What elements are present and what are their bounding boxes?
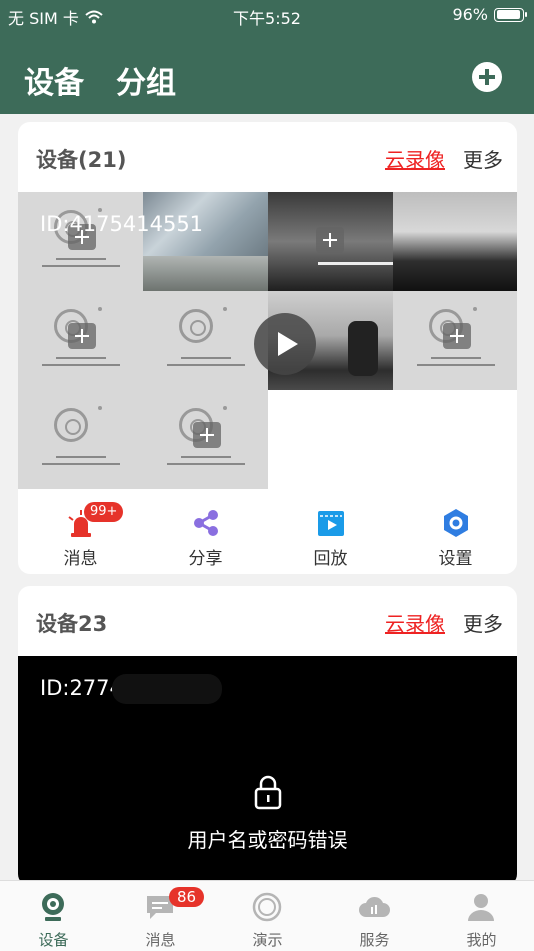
more-link[interactable]: 更多 (463, 608, 503, 637)
battery-percent: 96% (452, 5, 488, 24)
device-group-card: 设备(21) 云录像 更多 ID:4175414551 99+ 消息 分享 回放… (18, 122, 517, 574)
add-icon (316, 227, 344, 253)
tab-label: 设备 (38, 931, 69, 949)
tab-profile-bottom[interactable]: 我的 (428, 881, 534, 951)
messages-badge: 99+ (84, 502, 124, 522)
action-bar: 99+ 消息 分享 回放 设置 (18, 500, 517, 574)
tab-demo-bottom[interactable]: 演示 (214, 881, 321, 951)
gear-icon (444, 509, 468, 537)
tab-label: 服务 (359, 931, 390, 949)
camera-tile[interactable] (268, 192, 393, 291)
action-label: 分享 (188, 549, 223, 569)
card-title: 设备23 (36, 612, 108, 636)
camera-icon (54, 406, 102, 452)
bottom-tab-bar: 设备 86 消息 演示 服务 我的 (0, 880, 534, 951)
tab-messages-bottom[interactable]: 86 消息 (107, 881, 214, 951)
tab-devices[interactable]: 设备 (24, 58, 84, 102)
camera-tile[interactable] (143, 291, 268, 390)
share-action[interactable]: 分享 (143, 500, 268, 574)
demo-icon (252, 892, 282, 922)
status-bar: 无 SIM 卡 下午5:52 96% (0, 0, 534, 30)
messages-action[interactable]: 99+ 消息 (18, 500, 143, 574)
play-button[interactable] (254, 313, 316, 375)
action-label: 回放 (313, 549, 348, 569)
add-icon (68, 323, 96, 349)
empty-tile (268, 390, 393, 489)
add-icon (443, 323, 471, 349)
action-label: 设置 (438, 549, 473, 569)
cloud-icon (359, 896, 390, 917)
tab-devices-bottom[interactable]: 设备 (0, 881, 107, 951)
settings-action[interactable]: 设置 (393, 500, 517, 574)
camera-tile[interactable] (18, 192, 143, 291)
playback-icon (318, 511, 344, 536)
cloud-recording-link[interactable]: 云录像 (385, 608, 445, 637)
camera-tile[interactable] (393, 291, 517, 390)
battery-icon (494, 7, 527, 22)
camera-tile[interactable] (393, 192, 517, 291)
tab-label: 消息 (145, 931, 176, 949)
card-title: 设备(21) (36, 148, 127, 172)
playback-action[interactable]: 回放 (268, 500, 393, 574)
app-header: 设备 分组 (0, 30, 534, 114)
device-card: 设备23 云录像 更多 ID:2774 用户名或密码错误 (18, 586, 517, 886)
camera-icon (179, 307, 227, 353)
tab-services-bottom[interactable]: 服务 (321, 881, 428, 951)
tab-label: 演示 (252, 931, 283, 949)
camera-tile[interactable] (143, 192, 268, 291)
battery-group: 96% (452, 5, 527, 24)
device-id: ID:2774 (40, 676, 123, 700)
action-label: 消息 (63, 549, 98, 569)
camera-tile[interactable] (18, 291, 143, 390)
cloud-recording-link[interactable]: 云录像 (385, 144, 445, 173)
camera-grid: ID:4175414551 (18, 192, 517, 490)
messages-badge: 86 (169, 887, 205, 907)
locked-video-view[interactable]: ID:2774 用户名或密码错误 (18, 656, 517, 882)
share-icon (194, 510, 218, 536)
camera-icon (42, 893, 64, 921)
redacted-id (112, 674, 222, 704)
camera-tile[interactable] (143, 390, 268, 489)
tab-groups[interactable]: 分组 (116, 58, 176, 102)
tab-label: 我的 (466, 931, 497, 949)
device-id-overlay: ID:4175414551 (40, 212, 204, 236)
camera-tile[interactable] (18, 390, 143, 489)
add-device-button[interactable] (472, 62, 502, 92)
empty-tile (393, 390, 517, 489)
add-icon (193, 422, 221, 448)
more-link[interactable]: 更多 (463, 144, 503, 173)
error-message: 用户名或密码错误 (187, 828, 348, 852)
person-icon (468, 894, 494, 921)
lock-icon (254, 775, 282, 810)
